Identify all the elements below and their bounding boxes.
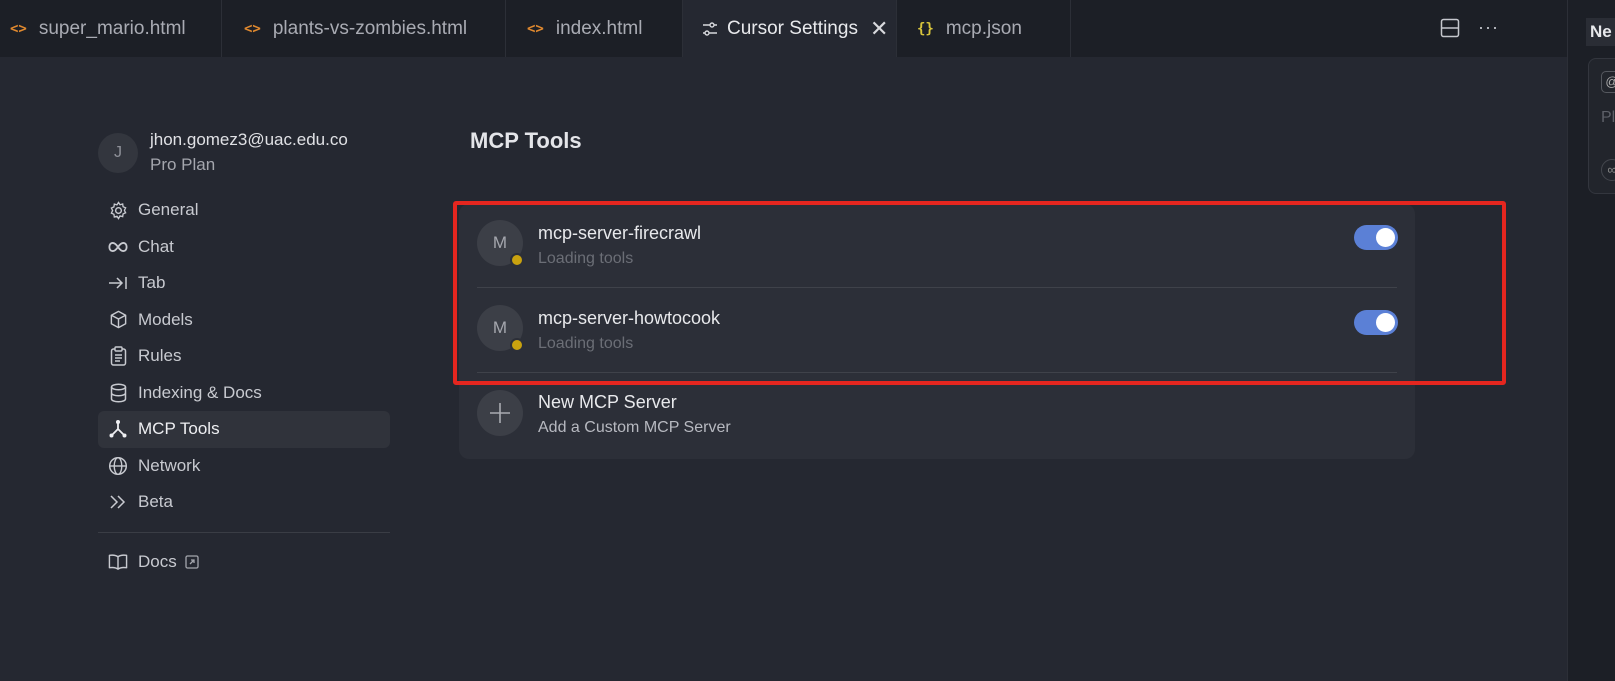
nav-item-indexing-docs[interactable]: Indexing & Docs [98,375,390,412]
new-server-title: New MCP Server [538,392,677,412]
server-enable-toggle[interactable] [1354,310,1398,335]
tab-label: index.html [555,17,643,39]
avatar: J [98,133,138,173]
nav-label: MCP Tools [138,419,220,439]
tab-cursor-settings[interactable]: Cursor Settings ✕ [683,0,897,57]
nav-label: Indexing & Docs [138,382,262,402]
tab-plants-vs-zombies[interactable]: <> plants-vs-zombies.html [222,0,506,57]
tab-label: Cursor Settings [727,17,858,39]
right-panel: Ne @ Pla ∞ [1567,0,1615,681]
infinity-icon[interactable]: ∞ [1601,159,1615,181]
new-server-subtitle: Add a Custom MCP Server [538,419,731,436]
code-icon: <> [244,20,261,37]
arrow-right-bar-icon [108,273,128,293]
user-email: jhon.gomez3@uac.edu.co [150,130,348,149]
settings-sidebar: J jhon.gomez3@uac.edu.co Pro Plan Genera… [98,125,390,580]
server-name: mcp-server-howtocook [538,308,721,328]
nav-divider [98,531,390,533]
server-name: mcp-server-firecrawl [538,223,702,243]
nav-label: Tab [138,273,166,293]
right-panel-placeholder: Pla [1601,109,1615,126]
mcp-server-row: M mcp-server-howtocook Loading tools [459,289,1415,373]
right-panel-header: Ne [1586,18,1615,46]
editor-tabs: <> super_mario.html <> plants-vs-zombies… [0,0,1567,57]
server-status: Loading tools [538,250,634,267]
tab-label: mcp.json [945,17,1022,39]
status-dot [510,253,524,267]
nav-label: Beta [138,492,173,512]
nav-item-general[interactable]: General [98,192,390,229]
book-icon [108,552,128,572]
nav-label: Rules [138,346,182,366]
more-actions-icon[interactable]: ··· [1478,17,1499,38]
nav-label: General [138,200,199,220]
tab-index[interactable]: <> index.html [506,0,683,57]
settings-sliders-icon [702,21,718,36]
toggle-knob [1376,228,1395,247]
database-icon [108,383,128,403]
mcp-servers-panel: M mcp-server-firecrawl Loading tools M m… [459,204,1415,459]
server-status: Loading tools [538,335,634,352]
mcp-server-row: M mcp-server-firecrawl Loading tools [459,204,1415,288]
status-dot [510,338,524,352]
tab-label: super_mario.html [38,17,186,39]
external-link-icon [185,555,199,569]
json-braces-icon: {} [917,20,934,37]
nav-item-models[interactable]: Models [98,302,390,339]
globe-icon [108,456,128,476]
new-mcp-server-button[interactable]: New MCP Server Add a Custom MCP Server [459,373,1415,459]
nav-item-mcp-tools[interactable]: MCP Tools [98,411,390,448]
code-icon: <> [10,20,27,37]
server-enable-toggle[interactable] [1354,225,1398,250]
at-icon[interactable]: @ [1601,71,1615,93]
plus-icon [477,390,523,436]
right-panel-card: @ Pla ∞ [1588,58,1615,194]
nav-item-chat[interactable]: Chat [98,229,390,266]
toggle-knob [1376,313,1395,332]
cube-icon [108,310,128,330]
user-profile: J jhon.gomez3@uac.edu.co Pro Plan [98,125,390,181]
code-icon: <> [527,20,544,37]
clipboard-icon [108,346,128,366]
mcp-nodes-icon [108,419,128,439]
nav-item-tab[interactable]: Tab [98,265,390,302]
user-plan: Pro Plan [150,155,216,174]
nav-label: Docs [138,551,177,571]
settings-nav: General Chat Tab Models Rules Indexing &… [98,192,390,580]
nav-item-beta[interactable]: Beta [98,484,390,521]
nav-label: Chat [138,236,174,256]
split-editor-icon[interactable] [1440,18,1460,38]
nav-item-network[interactable]: Network [98,448,390,485]
close-icon[interactable]: ✕ [870,16,888,42]
nav-label: Models [138,309,193,329]
nav-label: Network [138,455,201,475]
gear-icon [108,200,128,220]
tab-label: plants-vs-zombies.html [272,17,468,39]
infinity-icon [108,237,128,257]
nav-item-docs[interactable]: Docs [98,544,390,581]
nav-item-rules[interactable]: Rules [98,338,390,375]
tab-mcp-json[interactable]: {} mcp.json [897,0,1071,57]
row-divider [477,287,1397,288]
double-chevron-icon [108,492,128,512]
tab-super-mario[interactable]: <> super_mario.html [0,0,222,57]
page-title: MCP Tools [470,128,582,153]
